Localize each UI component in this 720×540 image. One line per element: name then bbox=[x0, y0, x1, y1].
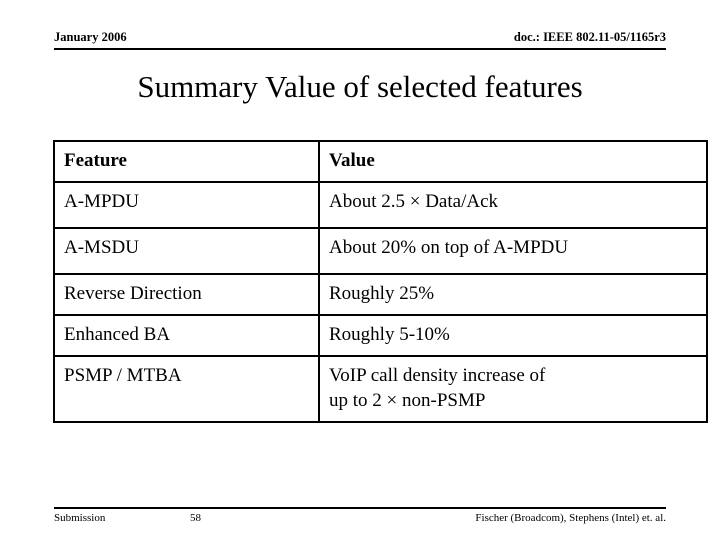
table-row: PSMP / MTBA VoIP call density increase o… bbox=[53, 355, 708, 423]
cell-value-line: Roughly 5-10% bbox=[329, 324, 450, 345]
table-row: A-MSDU About 20% on top of A-MPDU bbox=[53, 227, 708, 275]
features-table-body: A-MPDU About 2.5 × Data/Ack A-MSDU About… bbox=[53, 181, 708, 423]
cell-value-line: Roughly 25% bbox=[329, 283, 435, 304]
cell-value: VoIP call density increase of up to 2 × … bbox=[318, 355, 708, 423]
header-divider bbox=[54, 48, 666, 50]
cell-feature: A-MPDU bbox=[53, 181, 320, 229]
cell-value: About 2.5 × Data/Ack bbox=[318, 181, 708, 229]
footer-submission-label: Submission bbox=[54, 512, 106, 524]
table-row: Enhanced BA Roughly 5-10% bbox=[53, 314, 708, 357]
cell-feature: Reverse Direction bbox=[53, 273, 320, 316]
features-table-container: Feature Value A-MPDU About 2.5 × Data/Ac… bbox=[53, 140, 708, 423]
header-document-id: doc.: IEEE 802.11-05/1165r3 bbox=[513, 30, 666, 44]
slide-footer: Submission 58 Fischer (Broadcom), Stephe… bbox=[54, 511, 666, 527]
cell-feature: Enhanced BA bbox=[53, 314, 320, 357]
footer-page-number: 58 bbox=[190, 512, 201, 524]
cell-value: Roughly 5-10% bbox=[318, 314, 708, 357]
table-header-row: Feature Value bbox=[53, 140, 708, 183]
cell-value-line: up to 2 × non-PSMP bbox=[329, 390, 486, 411]
slide-header: January 2006 doc.: IEEE 802.11-05/1165r3 bbox=[54, 30, 666, 50]
table-row: A-MPDU About 2.5 × Data/Ack bbox=[53, 181, 708, 229]
header-date: January 2006 bbox=[54, 30, 127, 44]
cell-feature: PSMP / MTBA bbox=[53, 355, 320, 423]
cell-value-line: VoIP call density increase of bbox=[329, 365, 546, 386]
features-table-head: Feature Value bbox=[53, 140, 708, 183]
cell-value: Roughly 25% bbox=[318, 273, 708, 316]
cell-value-line: About 20% on top of A-MPDU bbox=[329, 237, 569, 258]
table-row: Reverse Direction Roughly 25% bbox=[53, 273, 708, 316]
cell-value-line: About 2.5 × Data/Ack bbox=[329, 191, 499, 212]
slide: January 2006 doc.: IEEE 802.11-05/1165r3… bbox=[0, 0, 720, 540]
page-title: Summary Value of selected features bbox=[137, 69, 583, 104]
footer-divider bbox=[54, 507, 666, 509]
footer-authors: Fischer (Broadcom), Stephens (Intel) et.… bbox=[475, 512, 666, 524]
column-header-value: Value bbox=[318, 140, 708, 183]
cell-feature: A-MSDU bbox=[53, 227, 320, 275]
features-table: Feature Value A-MPDU About 2.5 × Data/Ac… bbox=[53, 140, 708, 423]
column-header-feature: Feature bbox=[53, 140, 320, 183]
cell-value: About 20% on top of A-MPDU bbox=[318, 227, 708, 275]
